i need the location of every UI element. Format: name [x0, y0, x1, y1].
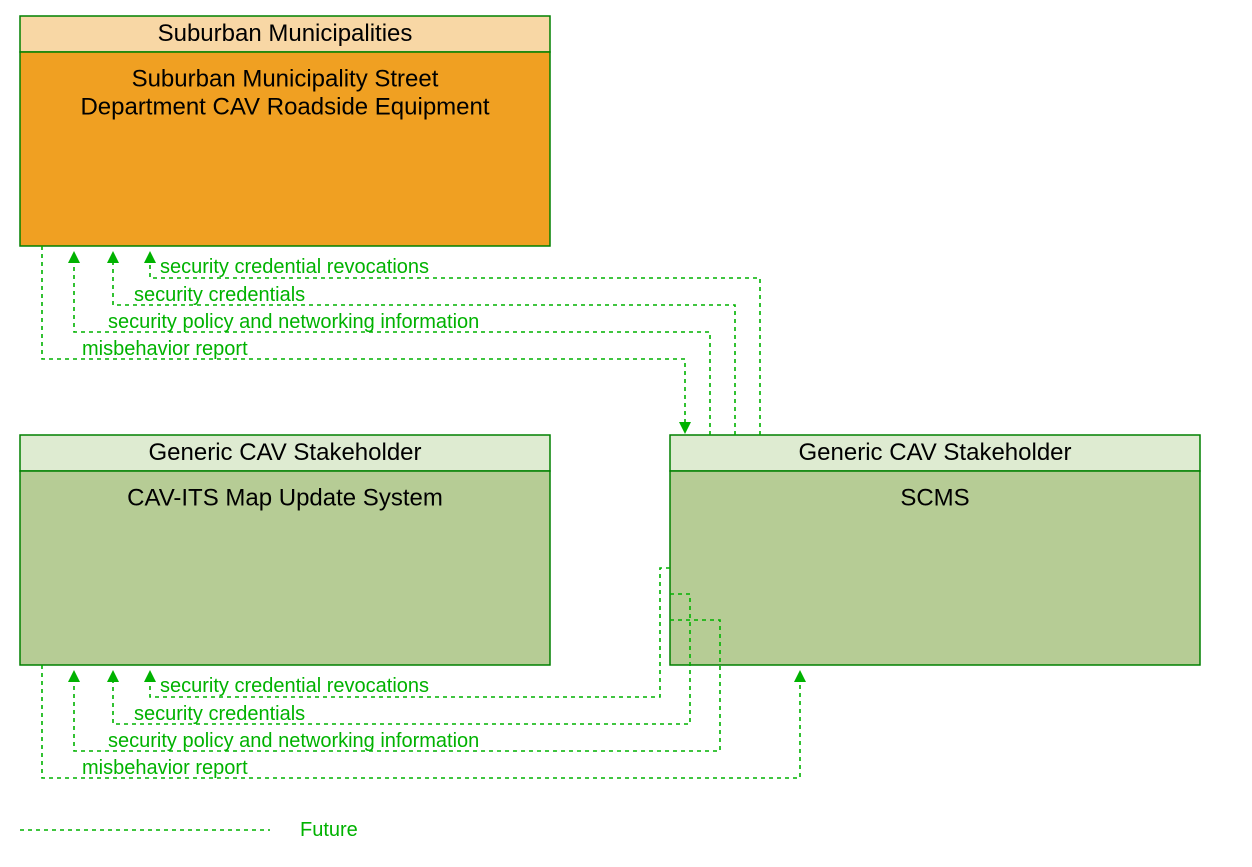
box3-body: SCMS [900, 484, 969, 511]
box-suburban-municipality-equipment: Suburban Municipalities Suburban Municip… [20, 16, 550, 246]
label-lower-policy: security policy and networking informati… [108, 730, 479, 752]
box2-header: Generic CAV Stakeholder [148, 439, 421, 466]
label-lower-credentials: security credentials [134, 703, 305, 725]
box3-header: Generic CAV Stakeholder [798, 439, 1071, 466]
architecture-diagram: Suburban Municipalities Suburban Municip… [0, 0, 1252, 867]
legend: Future [20, 819, 358, 841]
label-upper-credentials: security credentials [134, 284, 305, 306]
legend-future-label: Future [300, 819, 358, 841]
label-upper-revocations: security credential revocations [160, 256, 429, 278]
label-upper-policy: security policy and networking informati… [108, 311, 479, 333]
box2-body: CAV-ITS Map Update System [127, 484, 443, 511]
label-lower-revocations: security credential revocations [160, 675, 429, 697]
box1-body-line1: Suburban Municipality Street [132, 65, 439, 92]
box1-body-line2: Department CAV Roadside Equipment [80, 93, 489, 120]
label-upper-misbehavior: misbehavior report [82, 338, 248, 360]
box-cav-its-map-update: Generic CAV Stakeholder CAV-ITS Map Upda… [20, 435, 550, 665]
label-lower-misbehavior: misbehavior report [82, 757, 248, 779]
box1-header: Suburban Municipalities [158, 20, 413, 47]
box-scms: Generic CAV Stakeholder SCMS [670, 435, 1200, 665]
